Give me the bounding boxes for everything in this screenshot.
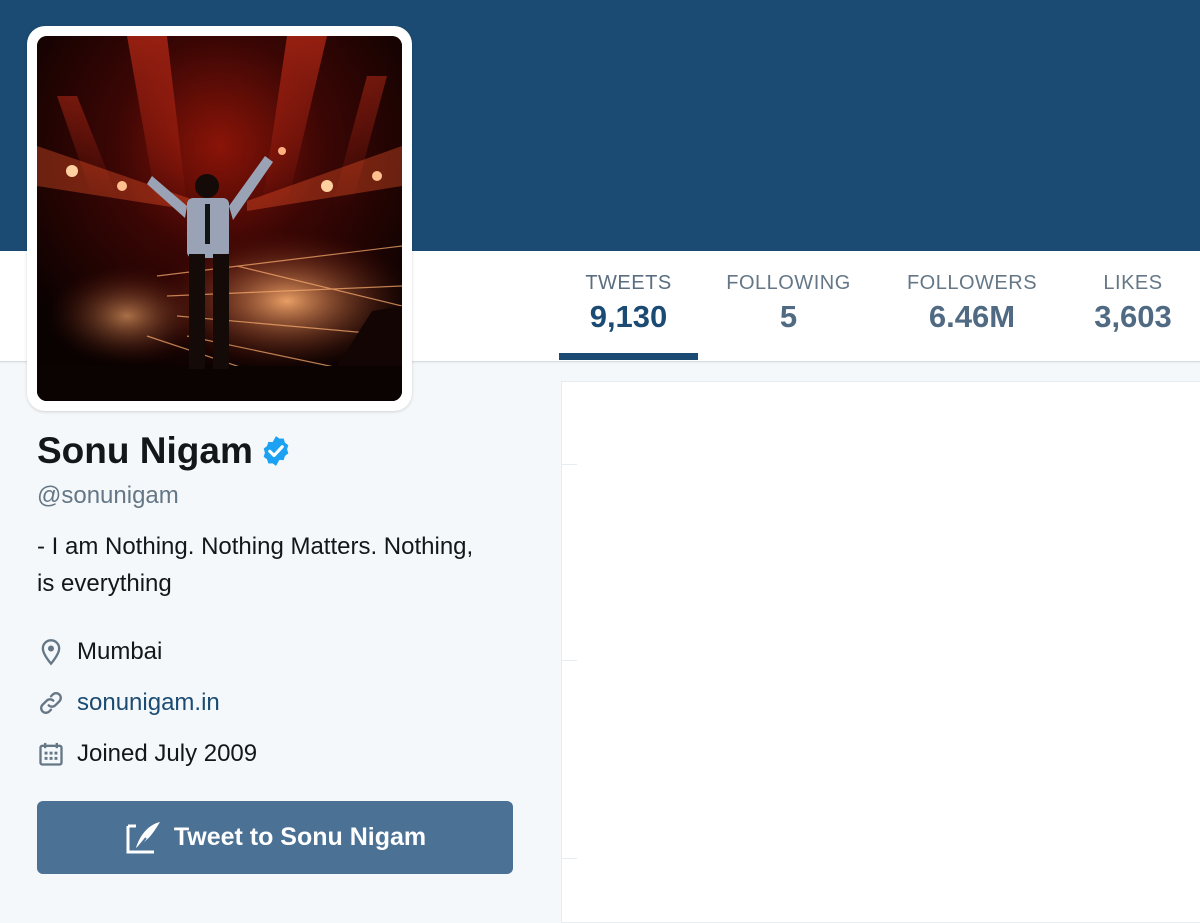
profile-handle[interactable]: @sonunigam [37, 482, 517, 510]
stat-value: 6.46M [928, 299, 1016, 334]
profile-header-card: Sonu Nigam @sonunigam - I am Nothing. No… [37, 430, 517, 602]
avatar-photo [37, 36, 402, 401]
profile-name[interactable]: Sonu Nigam [37, 430, 253, 472]
tweet-to-button[interactable]: Tweet to Sonu Nigam [37, 801, 513, 874]
website-link[interactable]: sonunigam.in [77, 689, 220, 717]
bio-line: - I am Nothing. Nothing Matters. Nothing… [37, 533, 474, 560]
profile-bio: - I am Nothing. Nothing Matters. Nothing… [37, 528, 527, 602]
stat-value: 5 [779, 299, 798, 334]
compose-tweet-icon [126, 821, 160, 853]
active-tab-indicator [559, 353, 698, 360]
tweet-to-label: Tweet to Sonu Nigam [173, 823, 427, 851]
stat-label: FOLLOWING [726, 272, 851, 294]
profile-joined: Joined July 2009 [37, 740, 257, 768]
divider [561, 464, 577, 465]
stat-label: TWEETS [585, 272, 672, 294]
stat-value: 3,603 [1094, 299, 1172, 334]
stat-value: 9,130 [589, 299, 668, 334]
stat-label: FOLLOWERS [906, 272, 1038, 294]
stat-tweets[interactable]: TWEETS 9,130 [566, 272, 691, 335]
stat-likes[interactable]: LIKES 3,603 [1082, 272, 1184, 335]
link-icon [40, 692, 62, 714]
location-text: Mumbai [77, 638, 163, 665]
bio-line: is everything [37, 570, 172, 597]
calendar-icon [39, 742, 63, 766]
joined-text: Joined July 2009 [77, 740, 258, 767]
profile-location: Mumbai [37, 638, 162, 666]
location-pin-icon [41, 639, 61, 666]
stat-followers[interactable]: FOLLOWERS 6.46M [899, 272, 1045, 335]
stat-following[interactable]: FOLLOWING 5 [721, 272, 856, 335]
profile-website[interactable]: sonunigam.in [37, 689, 220, 717]
divider [561, 660, 577, 661]
timeline-panel [561, 381, 1200, 923]
verified-badge-icon [263, 436, 289, 466]
stat-label: LIKES [1103, 272, 1163, 294]
profile-avatar[interactable] [27, 26, 412, 411]
divider [561, 858, 577, 859]
